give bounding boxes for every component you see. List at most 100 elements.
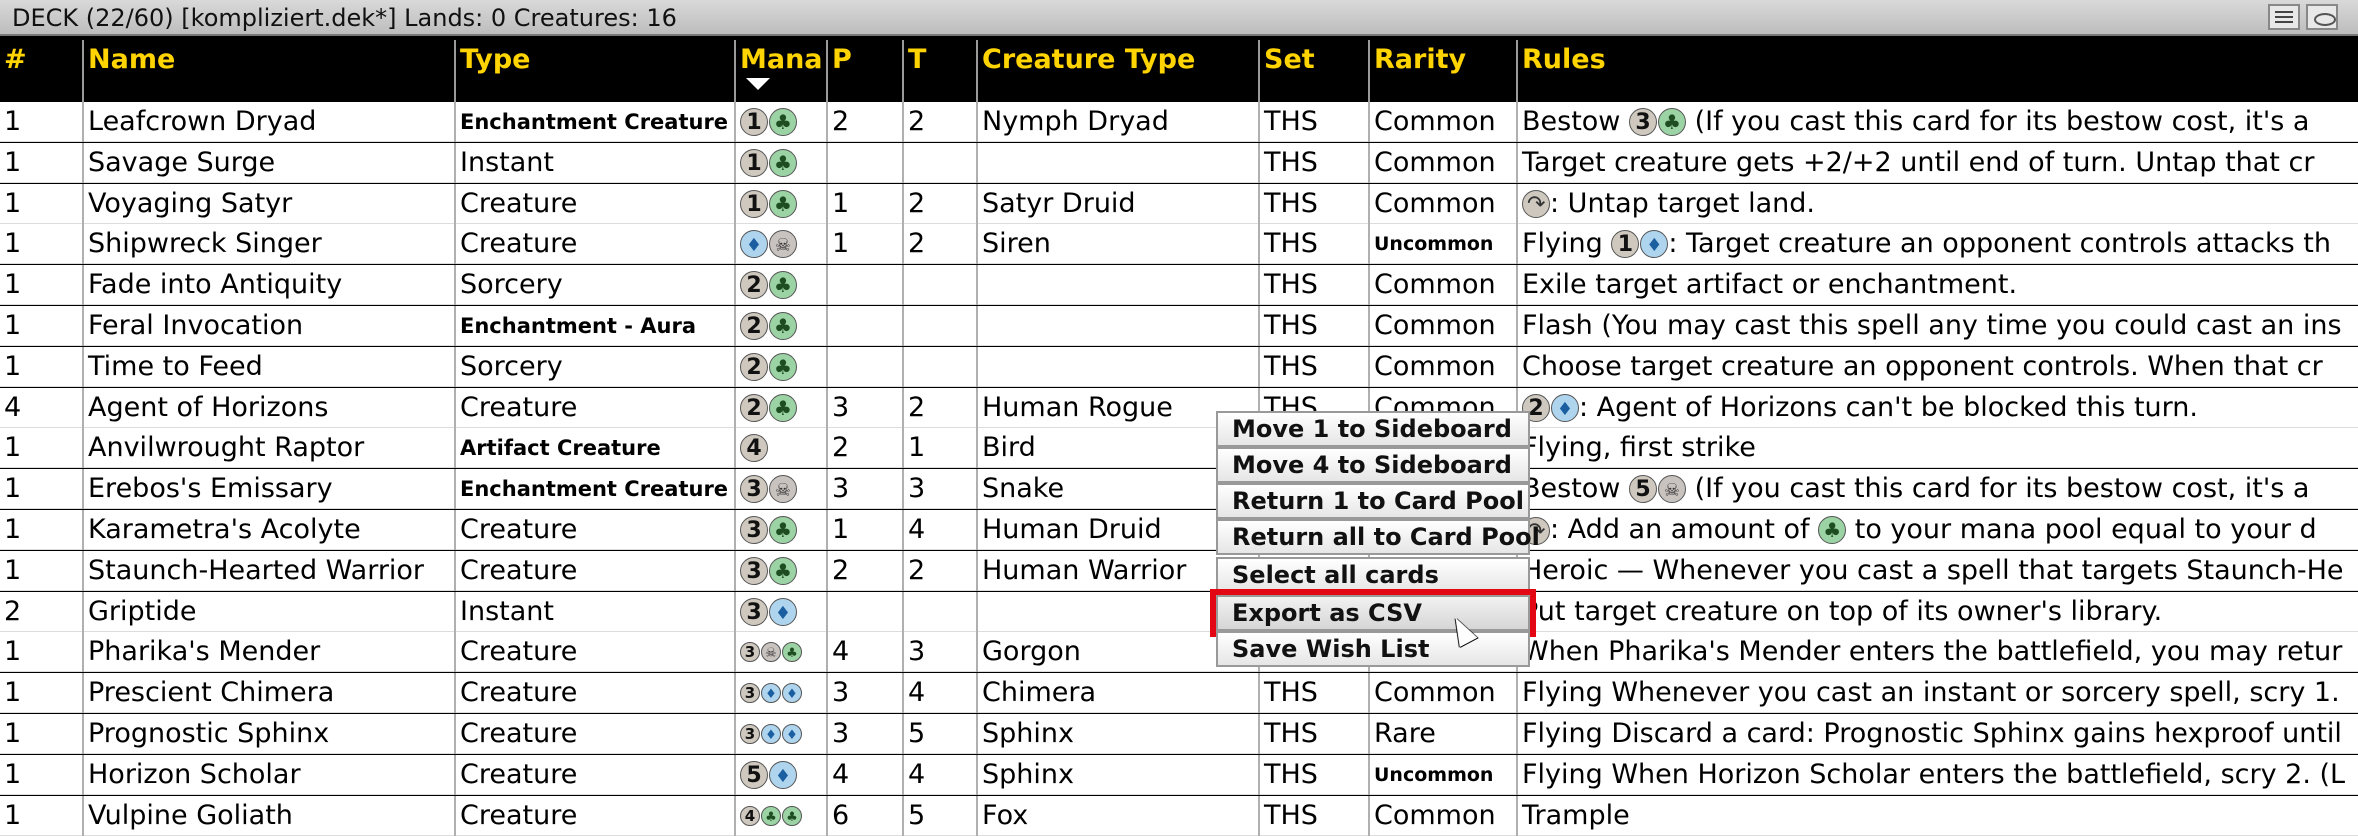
cell-type: Creature [454,714,734,754]
menu-item-return-1-to-card-pool[interactable]: Return 1 to Card Pool [1216,483,1530,519]
table-row[interactable]: 1 Feral InvocationEnchantment - Aura2 THSC… [0,306,2358,346]
cell-name: Karametra's Acolyte [82,510,454,550]
table-row[interactable]: 1Prognostic SphinxCreature335SphinxTHSRa… [0,714,2358,754]
cell-rarity: Common [1368,673,1516,714]
cell-toughness: 2 [902,224,976,265]
cell-type: Enchantment Creature [454,469,734,510]
table-row[interactable]: 1 Anvilwrought Raptor Artifact Creature 4 2 1… [0,428,2358,469]
cell-rules: Flying Whenever you cast an instant or s… [1516,673,2358,714]
list-view-icon[interactable] [2268,4,2300,30]
generic-mana-icon: 3 [1628,108,1657,136]
column-header-power[interactable]: P [826,40,902,102]
cell-set: THS [1258,714,1368,754]
table-row[interactable]: 1Prescient ChimeraCreature334ChimeraTHSC… [0,673,2358,714]
cell-name: Savage Surge [82,142,454,183]
green-mana-icon [769,556,797,585]
menu-item-export-as-csv[interactable]: Export as CSV [1210,589,1536,637]
table-row[interactable]: 1Staunch-Hearted WarriorCreature322Human… [0,550,2358,591]
menu-item-move-1-to-sideboard[interactable]: Move 1 to Sideboard [1216,411,1530,447]
column-header-creature-type[interactable]: Creature Type [976,40,1258,102]
cell-rules: Trample [1516,795,2358,836]
cell-set: THS [1258,754,1368,795]
table-row[interactable]: 4Agent of HorizonsCreature232Human Rogue… [0,387,2358,428]
table-row[interactable]: 1Savage SurgeInstant1THSCommonTarget cre… [0,142,2358,183]
cell-creature-type: Sphinx [976,714,1258,754]
cell-toughness: 1 [902,428,976,469]
mana-cost: 3 [740,469,797,509]
blue-mana-icon [782,683,802,704]
table-row[interactable]: 1Karametra's AcolyteCreature314Human Dru… [0,510,2358,550]
blue-mana-icon [1640,230,1669,259]
generic-mana-icon: 2 [740,271,768,300]
cell-creature-type [976,142,1258,183]
menu-item-select-all-cards[interactable]: Select all cards [1216,557,1530,593]
column-header-set[interactable]: Set [1258,40,1368,102]
table-row[interactable]: 1 Vulpine GoliathCreature 4 65FoxTHSCommonT… [0,795,2358,836]
cell-power [826,265,902,306]
table-row[interactable]: 1 Time to FeedSorcery2 THSCommonChoose tar… [0,346,2358,387]
blue-mana-icon [1551,393,1579,422]
column-header-toughness[interactable]: T [902,40,976,102]
column-header-mana[interactable]: Mana [734,40,826,102]
generic-mana-icon: 3 [740,642,760,663]
cell-power: 2 [826,102,902,142]
column-header-name[interactable]: Name [82,40,454,102]
cell-name: Prognostic Sphinx [82,714,454,754]
cell-rules: Bestow 5 (If you cast this card for its … [1516,469,2358,510]
table-row[interactable]: 1Voyaging SatyrCreature112Satyr DruidTHS… [0,183,2358,224]
mana-cost: 1 [740,143,797,183]
mana-cost: 3 [740,592,797,632]
cell-creature-type: Sphinx [976,754,1258,795]
table-row[interactable]: 2GriptideInstant3THSCommonPut target cre… [0,591,2358,632]
cell-type: Instant [454,591,734,632]
column-header-type[interactable]: Type [454,40,734,102]
eye-icon[interactable] [2306,4,2338,30]
column-header-number[interactable]: # [0,40,82,102]
green-mana-icon [769,352,797,381]
cell-rules: Heroic — Whenever you cast a spell that … [1516,550,2358,591]
mana-cost: 3 [740,632,802,672]
table-row[interactable]: 1Shipwreck SingerCreature12SirenTHSUncom… [0,224,2358,265]
cell-type: Enchantment - Aura [454,306,734,346]
cell-rarity: Uncommon [1368,224,1516,265]
mana-cost: 2 [740,347,797,387]
blue-mana-icon [769,760,797,789]
cell-set: THS [1258,102,1368,142]
table-row[interactable]: 1Pharika's MenderCreature343GorgonTHSUnc… [0,632,2358,673]
generic-mana-icon: 1 [740,108,768,136]
green-mana-icon [769,516,797,544]
menu-item-move-4-to-sideboard[interactable]: Move 4 to Sideboard [1216,447,1530,483]
table-row[interactable]: 1Erebos's EmissaryEnchantment Creature33… [0,469,2358,510]
cell-name: Voyaging Satyr [82,183,454,224]
cell-type: Enchantment Creature [454,102,734,142]
cell-name: Time to Feed [82,346,454,387]
sort-descending-icon [746,78,770,90]
cell-name: Horizon Scholar [82,754,454,795]
cell-toughness: 4 [902,673,976,714]
black-mana-icon [769,475,797,504]
column-header-rarity[interactable]: Rarity [1368,40,1516,102]
column-header-rules[interactable]: Rules [1516,40,2358,102]
menu-item-return-all-to-card-pool[interactable]: Return all to Card Pool [1216,519,1540,555]
window-title: DECK (22/60) [kompliziert.dek*] Lands: 0… [12,4,677,32]
table-row[interactable]: 1Leafcrown DryadEnchantment Creature122N… [0,102,2358,142]
cell-count: 1 [4,473,22,505]
cell-set: THS [1258,795,1368,836]
cell-set: THS [1258,306,1368,346]
table-row[interactable]: 1 Fade into AntiquitySorcery2 THSCommonExi… [0,265,2358,306]
generic-mana-icon: 3 [740,475,768,504]
cell-toughness: 5 [902,795,976,836]
cell-count: 1 [4,799,22,831]
blue-mana-icon [761,683,781,704]
mana-cost: 1 [740,102,797,142]
mana-cost: 3 [740,510,797,550]
menu-item-save-wish-list[interactable]: Save Wish List [1216,631,1530,667]
cell-mana: 4 [734,795,826,836]
cell-power [826,346,902,387]
table-row[interactable]: 1Horizon ScholarCreature544SphinxTHSUnco… [0,754,2358,795]
cell-count: 1 [4,432,22,464]
green-mana-icon [782,642,802,663]
cell-count: 1 [4,187,22,219]
cell-rarity: Common [1368,795,1516,836]
cell-power [826,306,902,346]
